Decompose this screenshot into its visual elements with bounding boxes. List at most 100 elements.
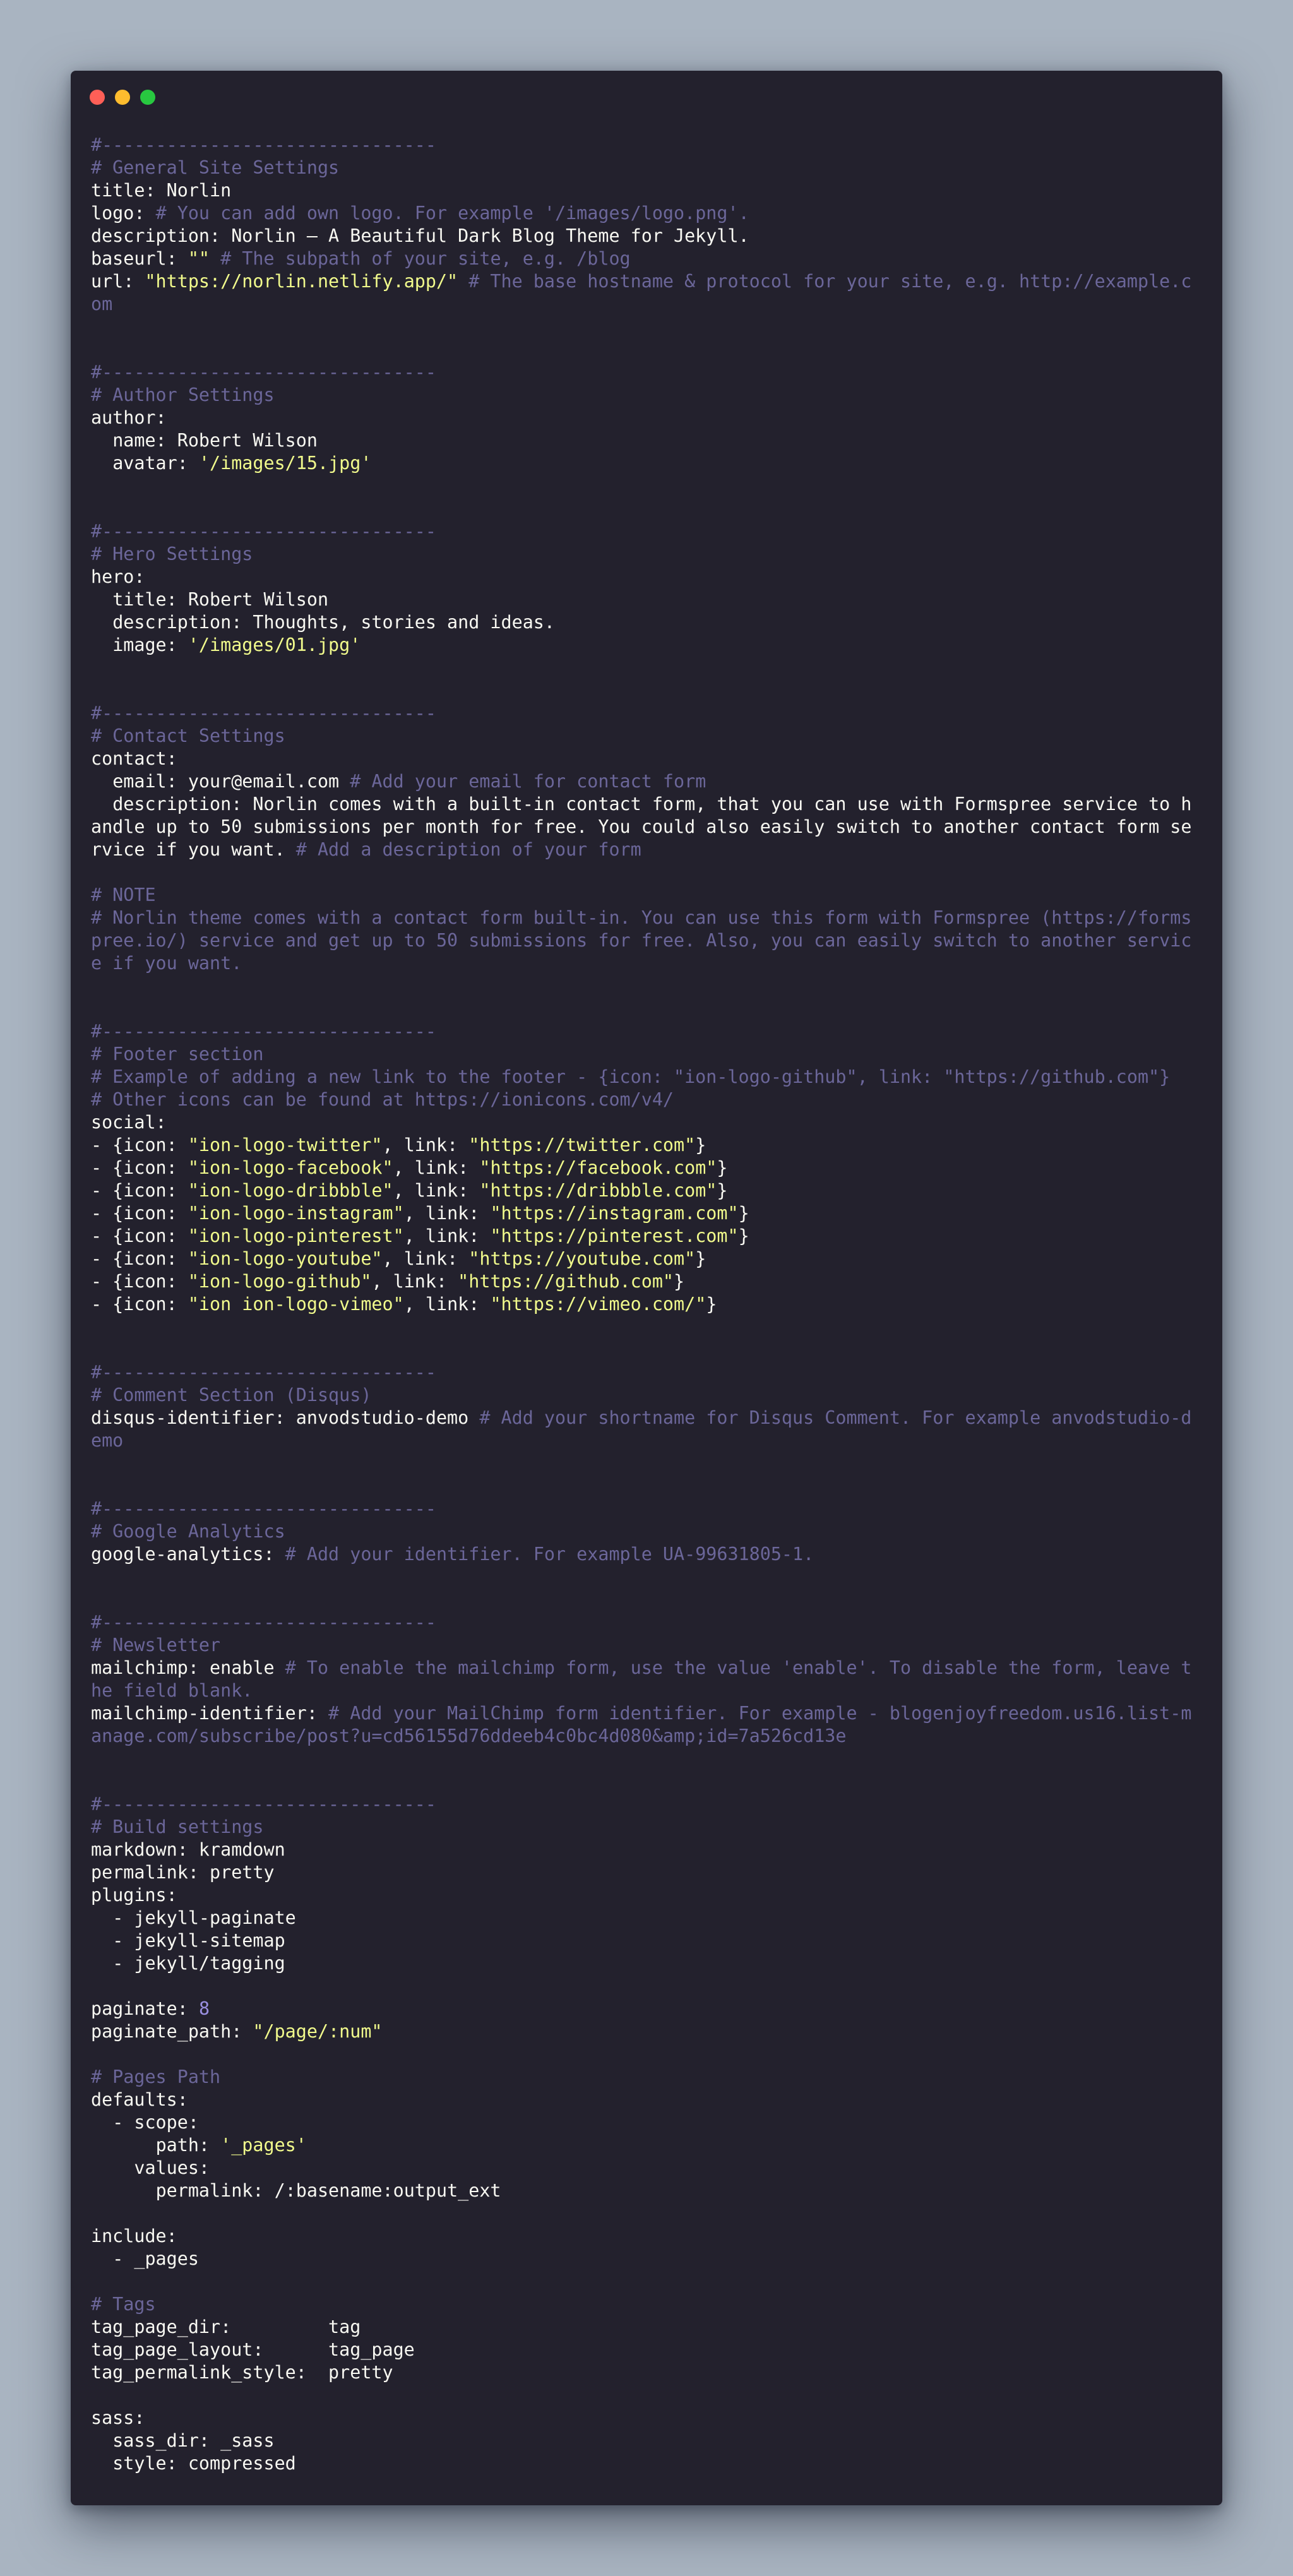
code-string: "ion-logo-dribbble" — [188, 1180, 393, 1201]
code-line: # Build settings — [91, 1816, 1202, 1839]
code-line: path: '_pages' — [91, 2134, 1202, 2157]
code-string: "ion-logo-github" — [188, 1271, 372, 1292]
code-line: #------------------------------- — [91, 702, 1202, 725]
code-text: tag_page_dir: tag — [91, 2317, 361, 2337]
code-string: "" — [188, 248, 210, 269]
code-text: - {icon: — [91, 1248, 188, 1269]
code-text: , link: — [403, 1294, 491, 1315]
code-line: - {icon: "ion-logo-github", link: "https… — [91, 1270, 1202, 1293]
code-line: #------------------------------- — [91, 1793, 1202, 1816]
code-string: "https://pinterest.com" — [490, 1225, 739, 1246]
code-comment: # Contact Settings — [91, 725, 285, 746]
code-text: description: Thoughts, stories and ideas… — [91, 612, 555, 633]
code-text: tag_page_layout: tag_page — [91, 2339, 415, 2360]
code-line: mailchimp-identifier: # Add your MailChi… — [91, 1702, 1202, 1748]
code-text: social: — [91, 1112, 167, 1133]
code-string: "ion-logo-pinterest" — [188, 1225, 404, 1246]
code-line: # Hero Settings — [91, 543, 1202, 566]
code-text: , link: — [403, 1225, 491, 1246]
code-comment: #------------------------------- — [91, 1362, 436, 1383]
code-text: sass: — [91, 2407, 145, 2428]
code-text: name: Robert Wilson — [91, 430, 318, 451]
code-text: permalink: pretty — [91, 1862, 275, 1883]
code-text: description: Norlin – A Beautiful Dark B… — [91, 225, 749, 246]
code-comment: # Newsletter — [91, 1635, 221, 1655]
code-string: "ion-logo-youtube" — [188, 1248, 383, 1269]
code-comment: # Author Settings — [91, 385, 275, 405]
close-button[interactable] — [90, 90, 105, 105]
code-line: - {icon: "ion ion-logo-vimeo", link: "ht… — [91, 1293, 1202, 1316]
code-comment: # Example of adding a new link to the fo… — [91, 1066, 1171, 1087]
code-string: "https://vimeo.com/" — [490, 1294, 706, 1315]
code-text: style: compressed — [91, 2453, 296, 2474]
code-line: tag_permalink_style: pretty — [91, 2361, 1202, 2384]
code-line: defaults: — [91, 2089, 1202, 2111]
code-text: } — [674, 1271, 685, 1292]
code-comment: # Hero Settings — [91, 544, 253, 564]
code-comment: #------------------------------- — [91, 703, 436, 724]
code-text: } — [695, 1248, 706, 1269]
code-line: # Example of adding a new link to the fo… — [91, 1066, 1202, 1088]
title-bar — [71, 71, 1222, 121]
code-comment: #------------------------------- — [91, 134, 436, 155]
code-line: permalink: pretty — [91, 1861, 1202, 1884]
code-text: avatar: — [91, 453, 199, 474]
code-comment: # Norlin theme comes with a contact form… — [91, 907, 1192, 974]
code-line: contact: — [91, 748, 1202, 770]
code-block[interactable]: #------------------------------- # Genera… — [91, 134, 1202, 2475]
code-text: path: — [91, 2135, 221, 2156]
code-line: disqus-identifier: anvodstudio-demo # Ad… — [91, 1407, 1202, 1452]
code-line: style: compressed — [91, 2452, 1202, 2475]
code-text: } — [717, 1180, 728, 1201]
code-line: mailchimp: enable # To enable the mailch… — [91, 1657, 1202, 1702]
minimize-button[interactable] — [115, 90, 130, 105]
code-comment: # Other icons can be found at https://io… — [91, 1089, 674, 1110]
code-line: - jekyll-paginate — [91, 1907, 1202, 1929]
code-line: social: — [91, 1111, 1202, 1134]
code-string: "https://instagram.com" — [490, 1203, 739, 1224]
code-line: # Newsletter — [91, 1634, 1202, 1657]
code-string: "ion-logo-instagram" — [188, 1203, 404, 1224]
code-string: "https://facebook.com" — [479, 1157, 717, 1178]
code-comment: #------------------------------- — [91, 1498, 436, 1519]
code-string: "ion ion-logo-vimeo" — [188, 1294, 404, 1315]
zoom-button[interactable] — [140, 90, 155, 105]
code-text: title: Norlin — [91, 180, 232, 201]
code-text: image: — [91, 635, 188, 655]
code-line: # Other icons can be found at https://io… — [91, 1088, 1202, 1111]
code-line: include: — [91, 2225, 1202, 2248]
code-line: description: Norlin comes with a built-i… — [91, 793, 1202, 861]
code-line: description: Norlin – A Beautiful Dark B… — [91, 225, 1202, 247]
code-text: tag_permalink_style: pretty — [91, 2362, 393, 2383]
code-comment: #------------------------------- — [91, 521, 436, 542]
code-line: #------------------------------- — [91, 1020, 1202, 1043]
code-text: title: Robert Wilson — [91, 589, 329, 610]
code-text: - scope: — [91, 2112, 199, 2133]
code-text: - {icon: — [91, 1271, 188, 1292]
code-text: } — [738, 1225, 749, 1246]
code-line: image: '/images/01.jpg' — [91, 634, 1202, 657]
code-line: #------------------------------- — [91, 520, 1202, 543]
code-text: , link: — [371, 1271, 458, 1292]
code-line: # Contact Settings — [91, 725, 1202, 748]
code-line: - {icon: "ion-logo-dribbble", link: "htt… — [91, 1179, 1202, 1202]
code-number: 8 — [198, 1998, 210, 2019]
code-string: "/page/:num" — [253, 2021, 383, 2042]
code-string: "ion-logo-facebook" — [188, 1157, 393, 1178]
code-text: values: — [91, 2157, 210, 2178]
code-line: paginate_path: "/page/:num" — [91, 2020, 1202, 2043]
code-text: , link: — [382, 1248, 469, 1269]
code-line: #------------------------------- — [91, 1611, 1202, 1634]
code-line: email: your@email.com # Add your email f… — [91, 770, 1202, 793]
code-line: - {icon: "ion-logo-instagram", link: "ht… — [91, 1202, 1202, 1225]
code-comment: # Build settings — [91, 1816, 264, 1837]
code-text: logo: — [91, 203, 156, 224]
